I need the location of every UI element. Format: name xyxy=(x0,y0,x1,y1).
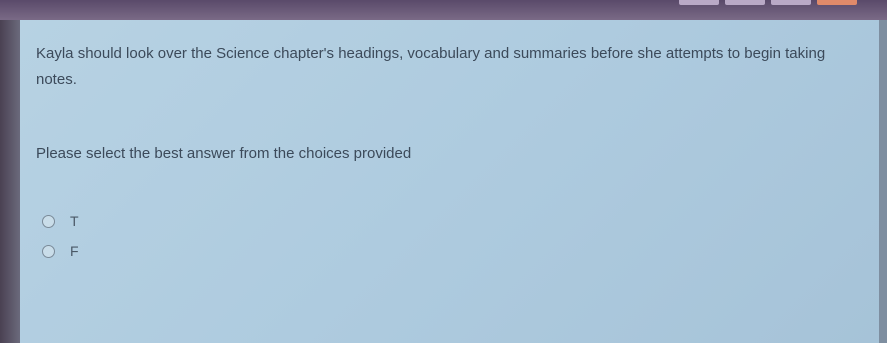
choice-label-false: F xyxy=(70,243,79,259)
radio-button-false[interactable] xyxy=(42,244,55,258)
question-text: Kayla should look over the Science chapt… xyxy=(36,45,826,88)
right-scrollbar[interactable] xyxy=(879,20,887,343)
choice-label-true: T xyxy=(70,213,79,229)
choice-true[interactable]: T xyxy=(42,206,79,236)
left-edge xyxy=(0,20,20,343)
browser-top-strip xyxy=(0,0,887,20)
instruction-text: Please select the best answer from the c… xyxy=(36,145,412,162)
question-panel: Kayla should look over the Science chapt… xyxy=(20,20,879,343)
choice-false[interactable]: F xyxy=(42,236,79,266)
top-tab-4 xyxy=(817,0,857,5)
top-tab-1 xyxy=(679,0,719,5)
radio-button-true[interactable] xyxy=(42,214,55,228)
top-tab-3 xyxy=(771,0,811,5)
top-tabs xyxy=(679,0,857,6)
top-tab-2 xyxy=(725,0,765,5)
answer-choices: T F xyxy=(42,206,79,266)
